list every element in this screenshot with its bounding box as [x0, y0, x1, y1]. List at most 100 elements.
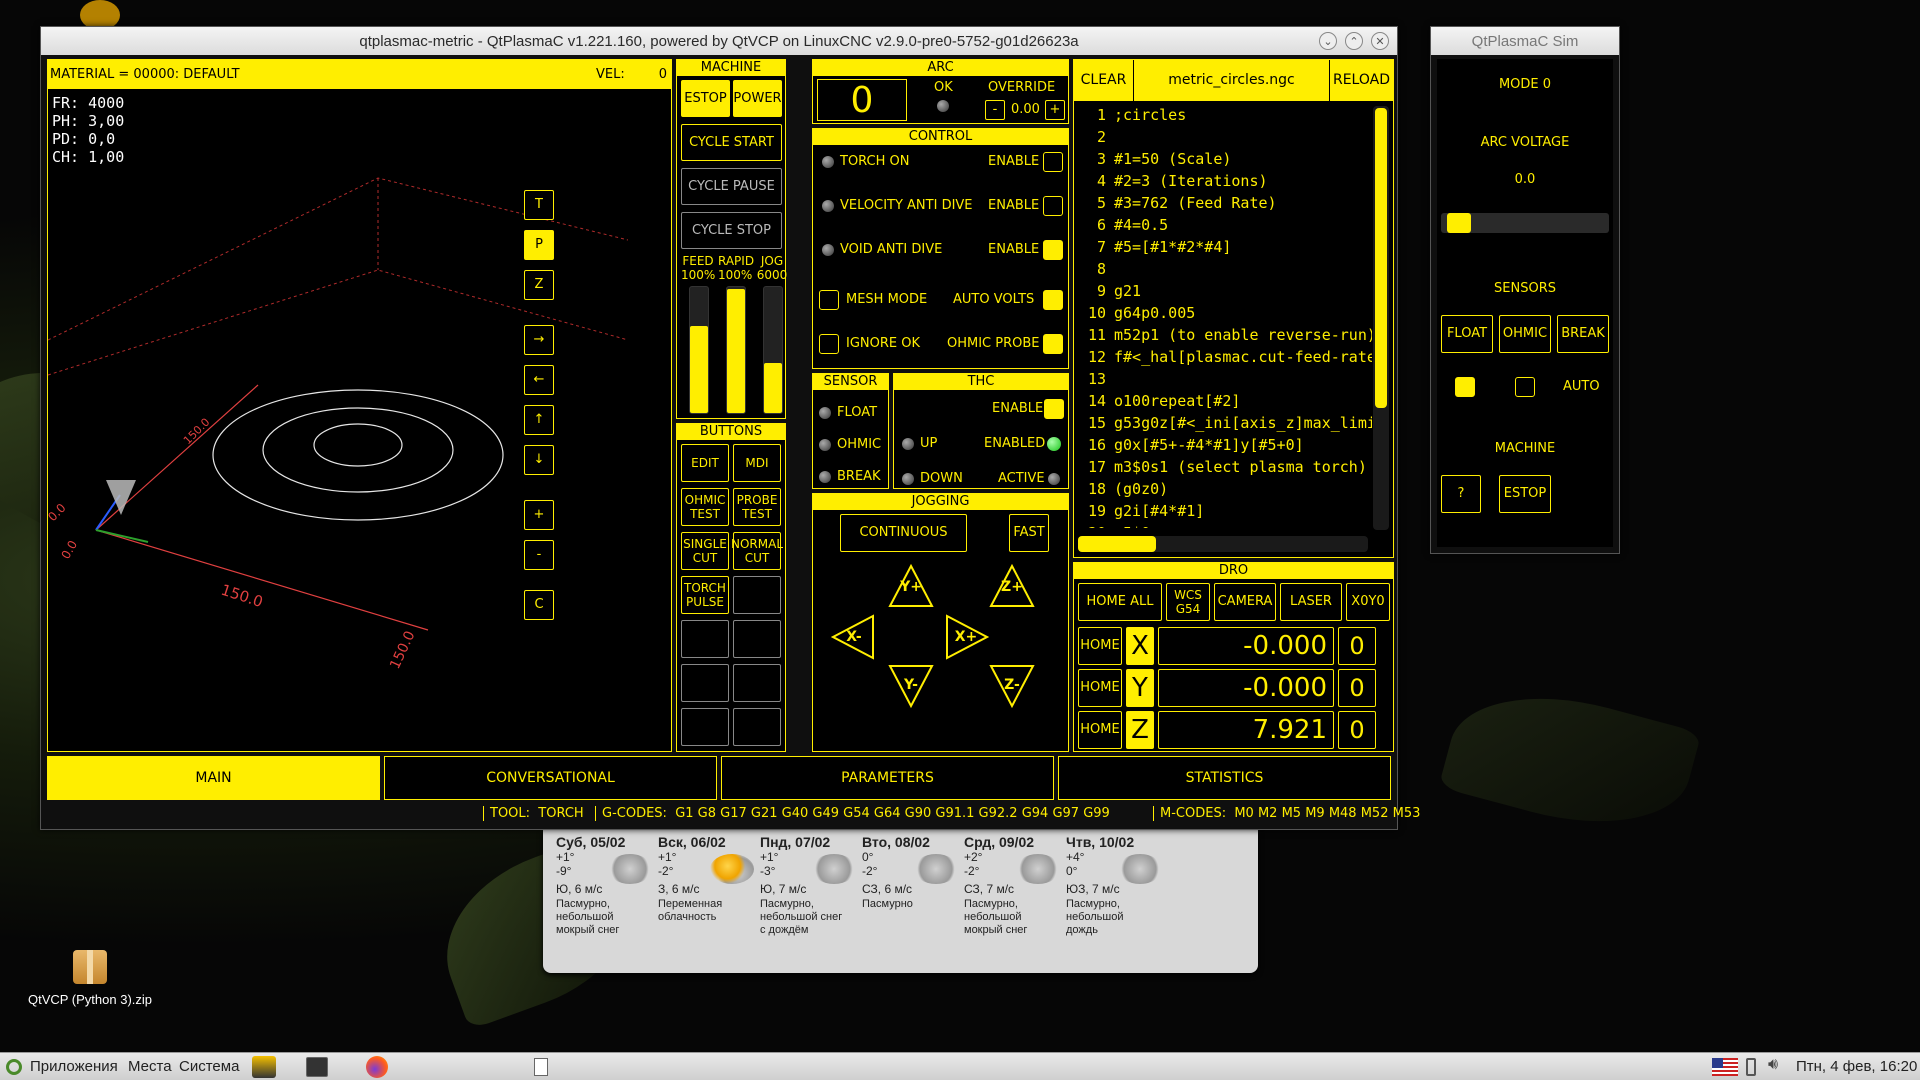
- sim-estop-button[interactable]: ESTOP: [1499, 475, 1551, 513]
- sim-break-button[interactable]: BREAK: [1557, 315, 1609, 353]
- custom-button-12[interactable]: [681, 708, 729, 746]
- cycle-stop-button[interactable]: CYCLE STOP: [681, 212, 782, 249]
- gcode-scrollbar[interactable]: [1373, 106, 1389, 530]
- gcode-line[interactable]: 9 g21: [1080, 280, 1372, 302]
- camera-button[interactable]: CAMERA: [1214, 583, 1276, 621]
- tab-parameters[interactable]: PARAMETERS: [721, 756, 1054, 800]
- sim-ohmic-button[interactable]: OHMIC: [1499, 315, 1551, 353]
- view-button-6[interactable]: ↓: [524, 445, 554, 475]
- gcode-editor[interactable]: 1 ;circles 2 3 #1=50 (Scale) 4 #2=3 (Iteration…: [1080, 104, 1372, 528]
- view-button-9[interactable]: C: [524, 590, 554, 620]
- gcode-line[interactable]: 19 g2i[#4*#1]: [1080, 500, 1372, 522]
- wcs-button[interactable]: WCS G54: [1166, 583, 1210, 621]
- laser-button[interactable]: LASER: [1280, 583, 1342, 621]
- gcode-scroll-thumb[interactable]: [1375, 108, 1387, 408]
- custom-button-11[interactable]: [733, 664, 781, 702]
- power-button[interactable]: POWER: [733, 80, 782, 117]
- override-plus-button[interactable]: +: [1045, 100, 1065, 120]
- keyboard-flag-icon[interactable]: [1712, 1058, 1738, 1076]
- sim-arc-handle[interactable]: [1447, 213, 1471, 233]
- custom-button-13[interactable]: [733, 708, 781, 746]
- custom-button-10[interactable]: [681, 664, 729, 702]
- volume-icon[interactable]: 🔊︎: [1768, 1056, 1778, 1074]
- jog-yminus-button[interactable]: Y-: [888, 662, 934, 708]
- system-menu[interactable]: Система: [179, 1058, 239, 1075]
- custom-button-9[interactable]: [733, 620, 781, 658]
- minimize-icon[interactable]: ⌄: [1319, 32, 1337, 50]
- cycle-start-button[interactable]: CYCLE START: [681, 124, 782, 161]
- gcode-line[interactable]: 17 m3$0s1 (select plasma torch): [1080, 456, 1372, 478]
- ohmic-probe-checkbox[interactable]: [1043, 334, 1063, 354]
- custom-button-5[interactable]: NORMAL CUT: [731, 532, 783, 570]
- custom-button-1[interactable]: MDI: [733, 444, 781, 482]
- jog-xminus-button[interactable]: X-: [831, 614, 877, 660]
- gcode-line[interactable]: 16 g0x[#5+-#4*#1]y[#5+0]: [1080, 434, 1372, 456]
- menu-logo-icon[interactable]: [6, 1059, 22, 1075]
- sim-arc-slider[interactable]: [1441, 213, 1609, 233]
- control-enable-checkbox-1[interactable]: [1043, 196, 1063, 216]
- linuxcnc-launcher-icon[interactable]: [252, 1056, 276, 1078]
- tab-statistics[interactable]: STATISTICS: [1058, 756, 1391, 800]
- gcode-line[interactable]: 11 m52p1 (to enable reverse-run): [1080, 324, 1372, 346]
- view-button-1[interactable]: P: [524, 230, 554, 260]
- view-button-0[interactable]: T: [524, 190, 554, 220]
- jog-zminus-button[interactable]: Z-: [989, 662, 1035, 708]
- control-enable-checkbox-2[interactable]: [1043, 240, 1063, 260]
- control-enable-checkbox-0[interactable]: [1043, 152, 1063, 172]
- gcode-line[interactable]: 10 g64p0.005: [1080, 302, 1372, 324]
- home-y-button[interactable]: HOME: [1078, 669, 1122, 707]
- window-list-icon[interactable]: [534, 1058, 548, 1076]
- terminal-launcher-icon[interactable]: [306, 1057, 328, 1077]
- gcode-line[interactable]: 3 #1=50 (Scale): [1080, 148, 1372, 170]
- ignore-ok-checkbox[interactable]: [819, 334, 839, 354]
- gcode-line[interactable]: 2: [1080, 126, 1372, 148]
- custom-button-6[interactable]: TORCH PULSE: [681, 576, 729, 614]
- slider-rapid[interactable]: [726, 286, 746, 414]
- firefox-launcher-icon[interactable]: [366, 1056, 388, 1078]
- zero-y-button[interactable]: 0: [1338, 669, 1376, 707]
- zero-z-button[interactable]: 0: [1338, 711, 1376, 749]
- battery-icon[interactable]: [1746, 1058, 1756, 1076]
- view-button-8[interactable]: -: [524, 540, 554, 570]
- thc-enable-checkbox[interactable]: [1044, 399, 1064, 419]
- clock[interactable]: Птн, 4 фев, 16:20: [1796, 1058, 1917, 1075]
- auto-volts-checkbox[interactable]: [1043, 290, 1063, 310]
- sim-float-button[interactable]: FLOAT: [1441, 315, 1493, 353]
- custom-button-8[interactable]: [681, 620, 729, 658]
- custom-button-3[interactable]: PROBE TEST: [733, 488, 781, 526]
- places-menu[interactable]: Места: [128, 1058, 172, 1075]
- view-button-4[interactable]: ←: [524, 365, 554, 395]
- close-icon[interactable]: ✕: [1371, 32, 1389, 50]
- gcode-line[interactable]: 18 (g0z0): [1080, 478, 1372, 500]
- home-all-button[interactable]: HOME ALL: [1078, 583, 1162, 621]
- override-minus-button[interactable]: -: [985, 100, 1005, 120]
- gcode-line[interactable]: 13: [1080, 368, 1372, 390]
- x0y0-button[interactable]: X0Y0: [1346, 583, 1390, 621]
- zero-x-button[interactable]: 0: [1338, 627, 1376, 665]
- custom-button-4[interactable]: SINGLE CUT: [681, 532, 729, 570]
- gcode-line[interactable]: 5 #3=762 (Feed Rate): [1080, 192, 1372, 214]
- tab-main[interactable]: MAIN: [47, 756, 380, 800]
- sim-ohmic-checkbox[interactable]: [1515, 377, 1535, 397]
- gcode-line[interactable]: 12 f#<_hal[plasmac.cut-feed-rate]>: [1080, 346, 1372, 368]
- jog-zplus-button[interactable]: Z+: [989, 564, 1035, 610]
- tab-conversational[interactable]: CONVERSATIONAL: [384, 756, 717, 800]
- preview-panel[interactable]: MATERIAL = 00000: DEFAULT VEL: 0 FR: 400…: [47, 59, 672, 752]
- estop-button[interactable]: ESTOP: [681, 80, 730, 117]
- gcode-line[interactable]: 1 ;circles: [1080, 104, 1372, 126]
- desktop-file-zip[interactable]: QtVCP (Python 3).zip: [20, 950, 160, 1010]
- reload-button[interactable]: RELOAD: [1330, 60, 1393, 101]
- continuous-button[interactable]: CONTINUOUS: [840, 514, 967, 552]
- slider-jog[interactable]: [763, 286, 783, 414]
- gcode-line[interactable]: 4 #2=3 (Iterations): [1080, 170, 1372, 192]
- view-button-2[interactable]: Z: [524, 270, 554, 300]
- cycle-pause-button[interactable]: CYCLE PAUSE: [681, 168, 782, 205]
- gcode-line[interactable]: 20 m5$0: [1080, 522, 1372, 528]
- gcode-line[interactable]: 6 #4=0.5: [1080, 214, 1372, 236]
- home-x-button[interactable]: HOME: [1078, 627, 1122, 665]
- view-button-5[interactable]: ↑: [524, 405, 554, 435]
- home-z-button[interactable]: HOME: [1078, 711, 1122, 749]
- gcode-line[interactable]: 14 o100repeat[#2]: [1080, 390, 1372, 412]
- sim-float-checkbox[interactable]: [1455, 377, 1475, 397]
- view-button-7[interactable]: +: [524, 500, 554, 530]
